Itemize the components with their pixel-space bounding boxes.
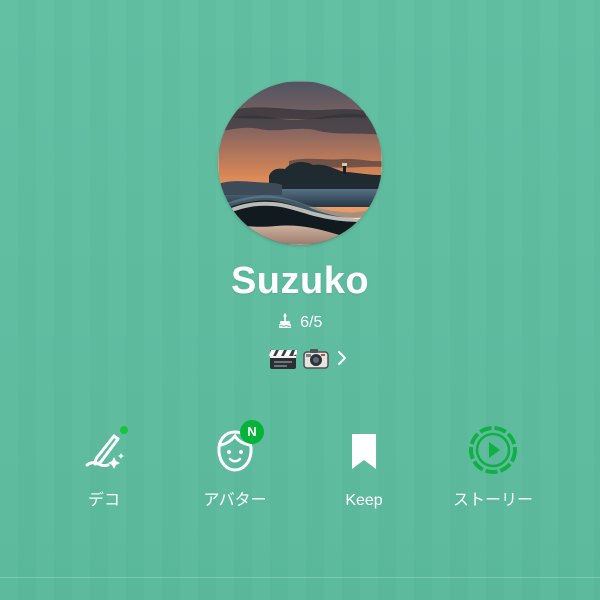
birthday-row: 6/5 — [0, 313, 600, 333]
deco-label: デコ — [87, 492, 120, 509]
clapper-board-icon — [269, 350, 297, 369]
avatar-icon-wrap: N — [205, 420, 265, 480]
avatar-label: アバター — [203, 492, 267, 509]
new-dot-badge — [120, 426, 128, 434]
profile-photo[interactable] — [218, 81, 382, 245]
camera-icon — [303, 349, 329, 369]
avatar-button[interactable]: N アバター — [170, 420, 300, 520]
status-message[interactable] — [268, 344, 348, 372]
profile-name: Suzuko — [230, 260, 370, 302]
story-button[interactable]: ストーリー — [428, 420, 558, 520]
keep-label: Keep — [345, 492, 383, 509]
keep-button[interactable]: Keep — [299, 420, 429, 520]
bottom-divider — [0, 577, 600, 578]
story-label: ストーリー — [452, 492, 533, 509]
profile-action-bar: デコ N アバター Keep ストーリー — [0, 420, 600, 520]
birthday-cake-icon — [278, 313, 291, 328]
keep-icon-wrap — [334, 420, 394, 480]
chevron-right-icon — [338, 351, 346, 365]
birthday-date: 6/5 — [300, 314, 323, 331]
deco-icon-wrap — [74, 420, 134, 480]
story-icon-wrap — [463, 420, 523, 480]
story-play-icon — [469, 426, 517, 474]
new-badge: N — [240, 420, 264, 444]
deco-button[interactable]: デコ — [39, 420, 169, 520]
sunset-photo — [218, 81, 382, 245]
bookmark-icon — [352, 434, 376, 469]
